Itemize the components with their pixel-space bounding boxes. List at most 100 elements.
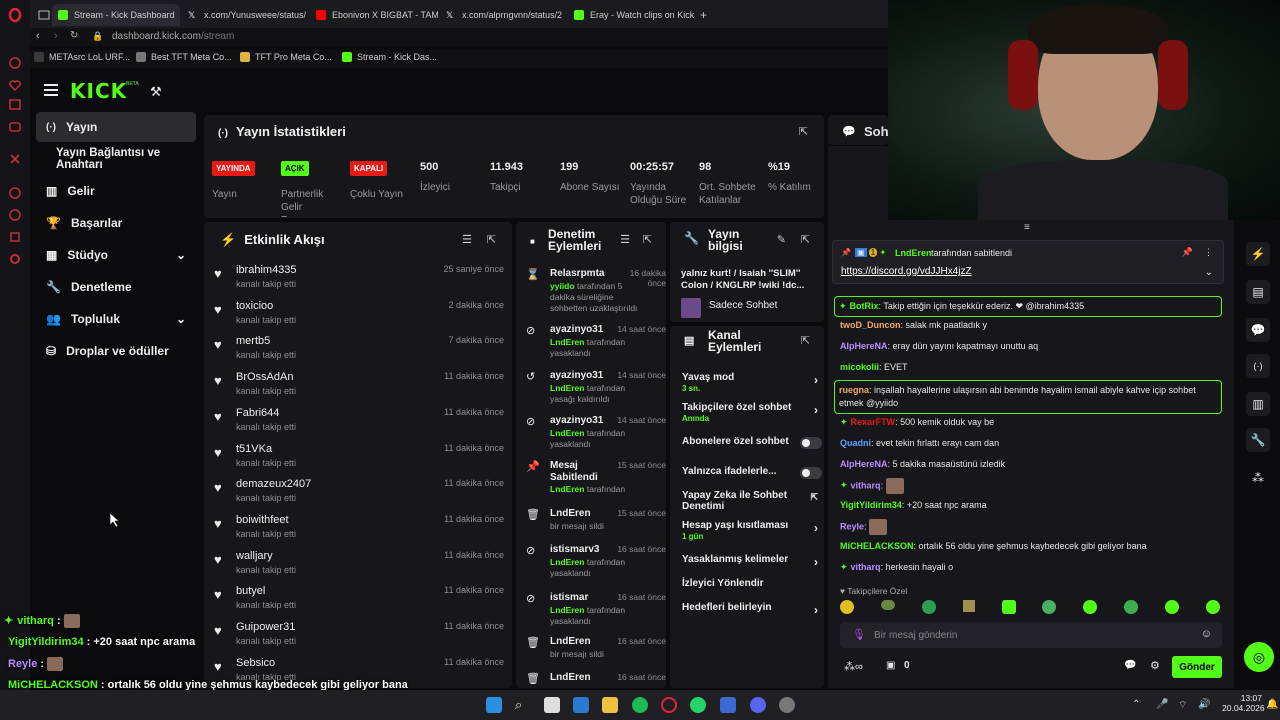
activity-username[interactable]: demazeux2407 [236,478,311,490]
discord-icon[interactable] [750,697,766,713]
bookmark-tft-pro[interactable]: TFT Pro Meta Co... [240,52,332,62]
chat-username[interactable]: MiCHELACKSON [840,541,914,551]
moderation-target[interactable]: Mesaj Sabitlendi [550,460,610,484]
chat-username[interactable]: RexarFTW [851,417,896,427]
activity-username[interactable]: ibrahim4335 [236,264,297,276]
emote-icon[interactable] [962,600,975,612]
moderator-name[interactable]: LndEren [550,337,584,347]
moderation-target[interactable]: LndEren [550,508,591,519]
extensions-icon[interactable] [8,230,22,244]
filter-icon[interactable]: ☰ [462,233,472,246]
moderation-target[interactable]: istismar [550,592,588,603]
moderation-target[interactable]: ayazinyo31 [550,324,603,335]
activity-username[interactable]: butyel [236,585,265,597]
channel-action-item[interactable]: İzleyici Yönlendir [682,578,814,589]
forward-icon[interactable]: › [54,30,58,42]
windows-start-icon[interactable] [486,697,502,713]
channel-action-item[interactable]: Takipçilere özel sohbet Anında › [682,402,818,424]
popout-icon[interactable]: ⇱ [801,334,810,347]
microphone-icon[interactable]: 🎤 [1156,699,1168,710]
wifi-icon[interactable]: ⌔ [1178,699,1187,712]
heart-icon[interactable] [8,78,22,92]
gift-icon[interactable]: ⁂∞ [844,660,863,673]
chat-username[interactable]: BotRix [850,301,879,311]
notification-icon[interactable]: 🔔 [1266,699,1278,710]
chat-username[interactable]: AlpHereNA [840,341,888,351]
mic-icon[interactable]: 🎙 [852,628,866,641]
url-field[interactable]: dashboard.kick.com/stream [112,31,234,42]
sidebar-item-stream-key[interactable]: Yayın Bağlantısı ve Anahtarı [46,144,206,174]
moderation-target[interactable]: ayazinyo31 [550,415,603,426]
search-icon[interactable]: ⌕ [515,697,531,713]
new-tab-button[interactable]: + [694,4,710,26]
bookmark-metasrc[interactable]: METAsrc LoL URF... [34,52,130,62]
aria-icon[interactable] [8,56,22,70]
edge-icon[interactable] [573,697,589,713]
sidebar-item-denetleme[interactable]: 🔧 Denetleme [36,272,196,302]
channel-action-item[interactable]: Hedefleri belirleyin › [682,602,818,616]
emoji-icon[interactable]: ☺ [1201,628,1212,640]
chat-username[interactable]: vitharq [851,562,881,572]
hamburger-icon[interactable] [44,84,58,96]
taskview-icon[interactable] [544,697,560,713]
bookmark-best-tft[interactable]: Best TFT Meta Co... [136,52,232,62]
emote-icon[interactable] [840,600,854,614]
help-button[interactable]: ◎ [1244,642,1274,672]
whatsapp-icon[interactable] [690,697,706,713]
moderator-name[interactable]: LndEren [550,484,584,494]
explorer-icon[interactable] [602,697,618,713]
emote-icon[interactable] [1001,600,1016,614]
moderation-target[interactable]: istismarv3 [550,544,599,555]
opera-logo-icon[interactable] [8,8,22,22]
emote-icon[interactable] [1083,600,1098,614]
toggle-switch[interactable] [800,437,822,449]
sidebar-item-droplar[interactable]: ⛁ Droplar ve ödüller [36,336,196,366]
tab-youtube[interactable]: Ebonivon X BIGBAT - TAM [310,4,438,26]
chat-username[interactable]: Reyle [840,521,864,531]
player-icon[interactable] [8,186,22,200]
moderator-name[interactable]: LndEren [550,383,584,393]
popout-icon[interactable]: ⇱ [487,233,496,246]
history-icon[interactable] [8,208,22,222]
emote-icon[interactable] [1042,600,1057,614]
tab-x-status-2[interactable]: 𝕏x.com/alprngvnn/status/2 [440,4,568,26]
tools-icon[interactable]: ⚒ [150,84,162,100]
pinned-by-user[interactable]: LndEren [895,248,932,258]
reload-icon[interactable]: ↻ [70,30,78,41]
tab-kick-dashboard[interactable]: Stream - Kick Dashboard [52,4,180,26]
popout-icon[interactable]: ⇱ [643,233,652,246]
emote-icon[interactable] [1165,600,1179,614]
sidebar-item-studyo[interactable]: ▦ Stüdyo ⌄ [36,240,196,270]
sidebar-item-topluluk[interactable]: 👥 Topluluk ⌄ [36,304,196,334]
twitch-icon[interactable] [8,98,22,112]
wrench-icon[interactable]: 🔧 [1246,428,1270,452]
sidebar-item-yayin[interactable]: (·) Yayın [36,112,196,142]
channel-action-item[interactable]: Yasaklanmış kelimeler › [682,554,818,568]
moderator-name[interactable]: LndEren [550,428,584,438]
moderator-name[interactable]: LndEren [550,605,584,615]
activity-username[interactable]: t51VKa [236,443,272,455]
channel-action-item[interactable]: Yavaş mod 3 sn. › [682,372,818,394]
drag-handle-icon[interactable]: ≡ [1024,222,1030,233]
layout-icon[interactable]: ▥ [1246,392,1270,416]
chat-username[interactable]: Quadni [840,438,871,448]
tab-x-status-1[interactable]: 𝕏x.com/Yunusweee/status/ [182,4,310,26]
chat-username[interactable]: YigitYildirim34 [840,500,902,510]
moderation-target[interactable]: LndEren [550,636,591,647]
emote-icon[interactable] [921,600,936,614]
back-icon[interactable]: ‹ [36,30,40,42]
sidebar-item-basarilar[interactable]: 🏆 Başarılar [36,208,196,238]
x-icon[interactable] [8,152,22,166]
chat-username[interactable]: AlpHereNA [840,459,888,469]
chat-username[interactable]: ruegna [839,385,869,395]
bookmark-kick-stream[interactable]: Stream - Kick Das... [342,52,437,62]
settings-icon[interactable] [8,252,22,266]
community-icon[interactable]: ⁂ [1246,466,1270,490]
moderation-target[interactable]: ayazinyo31 [550,370,603,381]
kick-logo[interactable]: KICK [70,79,127,103]
popout-icon[interactable]: ⇱ [801,233,810,246]
moderator-name[interactable]: LndEren [550,557,584,567]
chevron-down-icon[interactable]: ⌄ [1205,267,1213,278]
emote-icon[interactable] [1124,600,1139,614]
channel-action-item[interactable]: Hesap yaşı kısıtlaması 1 gün › [682,520,818,542]
